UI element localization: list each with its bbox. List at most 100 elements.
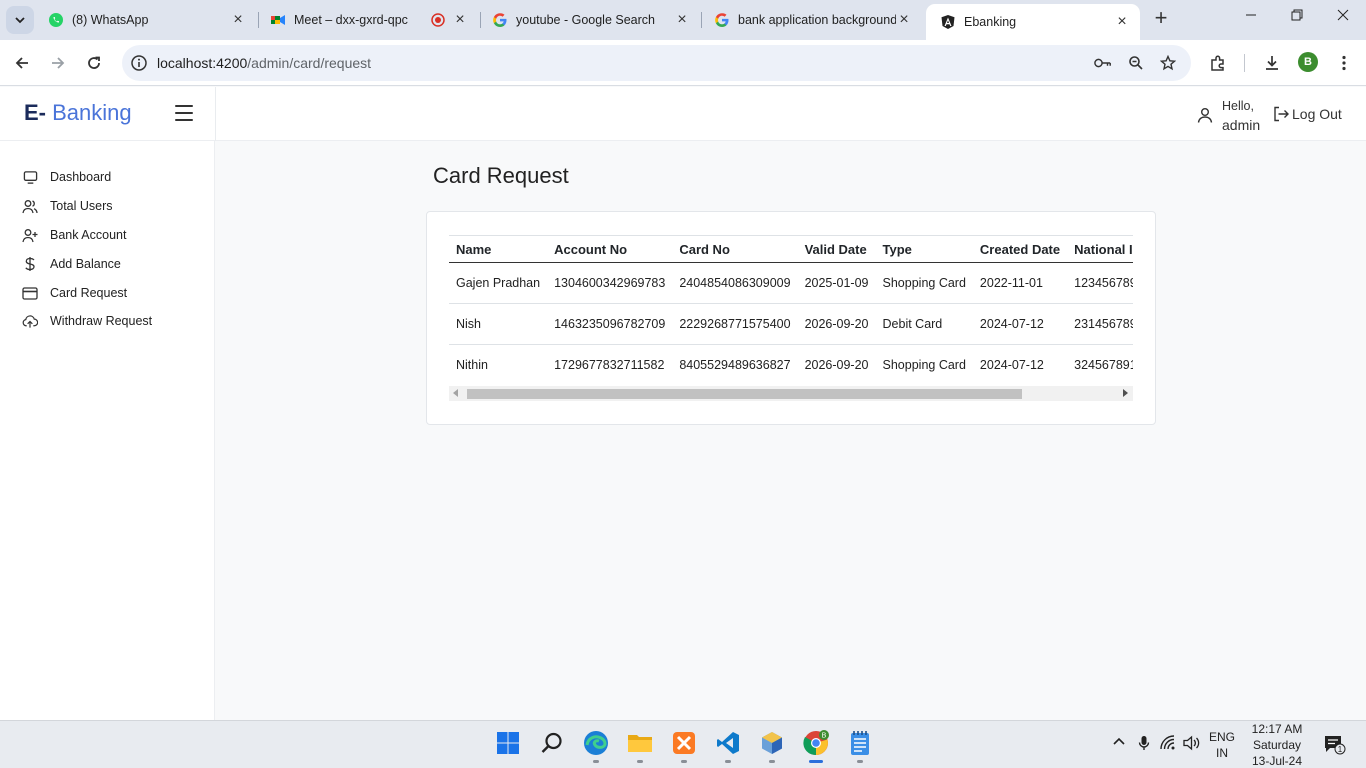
address-bar[interactable]: localhost:4200/admin/card/request [122, 45, 1191, 81]
microphone-icon[interactable] [1138, 735, 1150, 754]
browser-tab-whatsapp[interactable]: (8) WhatsApp × [34, 4, 256, 36]
url-host: localhost:4200 [157, 55, 248, 71]
browser-tab-bank-background[interactable]: bank application background × [700, 4, 922, 36]
download-icon[interactable] [1262, 53, 1282, 73]
system-clock[interactable]: 12:17 AM Saturday 13-Jul-24 [1246, 721, 1308, 768]
cell-name: Nish [449, 303, 548, 345]
brand-name: Banking [46, 100, 132, 125]
notepad-icon[interactable] [846, 729, 874, 763]
running-indicator [681, 760, 687, 763]
cell-account-no: 1463235096782709 [547, 303, 673, 345]
tab-title: Meet – dxx-gxrd-qpc [294, 13, 408, 27]
recording-icon [430, 12, 446, 28]
sidebar-item-total-users[interactable]: Total Users [22, 196, 113, 216]
sidebar-item-dashboard[interactable]: Dashboard [22, 167, 111, 187]
xampp-icon[interactable] [670, 729, 698, 763]
url-path: /admin/card/request [247, 55, 372, 71]
tab-search-button[interactable] [6, 6, 34, 34]
edge-browser-icon[interactable] [582, 729, 610, 763]
chrome-icon[interactable]: B [802, 729, 830, 763]
volume-icon[interactable] [1183, 735, 1201, 754]
column-header-account-no: Account No [547, 235, 673, 263]
column-header-type: Type [875, 235, 973, 263]
brand-prefix: E- [24, 100, 46, 125]
scrollbar-thumb[interactable] [467, 389, 1022, 399]
main-content: Card Request Name Account No Card No Val… [216, 141, 1366, 720]
column-header-card-no: Card No [672, 235, 798, 263]
forward-icon[interactable] [47, 52, 69, 74]
column-header-name: Name [449, 235, 548, 263]
cell-account-no: 1729677832711582 [547, 344, 673, 385]
url-text: localhost:4200/admin/card/request [157, 55, 371, 71]
logout-label: Log Out [1292, 106, 1342, 122]
card-request-table: Name Account No Card No Valid Date Type … [449, 235, 1133, 385]
network-icon[interactable] [1160, 735, 1176, 754]
tab-title: youtube - Google Search [516, 13, 655, 27]
virtualbox-icon[interactable] [758, 729, 786, 763]
table-row: Gajen Pradhan 1304600342969783 240485408… [449, 262, 1133, 304]
windows-start-icon[interactable] [494, 729, 522, 757]
close-window-icon[interactable] [1333, 8, 1353, 26]
user-plus-icon [22, 227, 38, 243]
vscode-icon[interactable] [714, 729, 742, 763]
scroll-left-icon[interactable] [453, 389, 458, 397]
browser-tab-meet[interactable]: Meet – dxx-gxrd-qpc × [256, 4, 478, 36]
sidebar-item-add-balance[interactable]: Add Balance [22, 254, 121, 274]
reload-icon[interactable] [83, 52, 105, 74]
show-hidden-icons-icon[interactable] [1112, 735, 1126, 752]
greeting-text: Hello, [1222, 99, 1254, 113]
brand-logo[interactable]: E- Banking [24, 100, 132, 126]
cell-created-date: 2024-07-12 [972, 344, 1068, 385]
browser-tab-youtube-search[interactable]: youtube - Google Search × [478, 4, 700, 36]
horizontal-scrollbar[interactable] [449, 386, 1133, 401]
extensions-icon[interactable] [1208, 53, 1228, 73]
minimize-icon[interactable] [1241, 8, 1261, 26]
sidebar-item-label: Card Request [50, 286, 128, 300]
zoom-icon[interactable] [1127, 54, 1145, 72]
language-code: ENG [1208, 730, 1235, 744]
column-header-created-date: Created Date [972, 235, 1068, 263]
new-tab-button[interactable]: + [1150, 7, 1172, 30]
cell-created-date: 2024-07-12 [972, 303, 1068, 345]
sidebar-item-withdraw-request[interactable]: Withdraw Request [22, 311, 152, 331]
taskbar: B ENG IN 12:17 AM Saturday 13-Jul-24 1 [0, 720, 1366, 768]
close-tab-icon[interactable]: × [452, 12, 468, 28]
close-tab-icon[interactable]: × [674, 12, 690, 28]
restore-icon[interactable] [1287, 8, 1307, 26]
password-key-icon[interactable] [1094, 54, 1112, 72]
sidebar-item-card-request[interactable]: Card Request [22, 283, 127, 303]
close-tab-icon[interactable]: × [1114, 14, 1130, 30]
table-row: Nish 1463235096782709 2229268771575400 2… [449, 303, 1133, 345]
cell-card-no: 2229268771575400 [672, 303, 798, 345]
scroll-right-icon[interactable] [1123, 389, 1128, 397]
google-icon [714, 12, 730, 28]
cell-national-id: 3245678910 [1067, 344, 1133, 385]
bookmark-star-icon[interactable] [1159, 54, 1177, 72]
chevron-down-icon [15, 17, 25, 24]
search-icon[interactable] [538, 729, 566, 757]
running-indicator [593, 760, 599, 763]
notification-center-icon[interactable]: 1 [1324, 735, 1346, 755]
language-indicator[interactable]: ENG IN [1208, 729, 1236, 761]
notification-count: 1 [1338, 745, 1343, 754]
google-icon [492, 12, 508, 28]
close-tab-icon[interactable]: × [896, 12, 912, 28]
hamburger-menu-icon[interactable] [175, 105, 193, 121]
more-menu-icon[interactable] [1334, 53, 1354, 73]
browser-tab-ebanking[interactable]: Ebanking × [926, 4, 1140, 40]
close-tab-icon[interactable]: × [230, 12, 246, 28]
file-explorer-icon[interactable] [626, 729, 654, 763]
sidebar-item-label: Bank Account [50, 228, 127, 242]
back-icon[interactable] [11, 52, 33, 74]
clock-time: 12:17 AM [1251, 722, 1303, 736]
users-icon [22, 198, 38, 214]
logout-button[interactable]: Log Out [1272, 105, 1342, 123]
user-greeting: Hello, admin [1222, 97, 1260, 135]
profile-avatar[interactable]: B [1298, 52, 1318, 72]
cell-valid-date: 2026-09-20 [797, 344, 876, 385]
site-info-icon[interactable] [130, 54, 148, 72]
page-title: Card Request [433, 163, 569, 188]
table-scroll-container[interactable]: Name Account No Card No Valid Date Type … [449, 235, 1133, 385]
sidebar-item-bank-account[interactable]: Bank Account [22, 225, 126, 245]
dollar-icon [22, 256, 38, 272]
